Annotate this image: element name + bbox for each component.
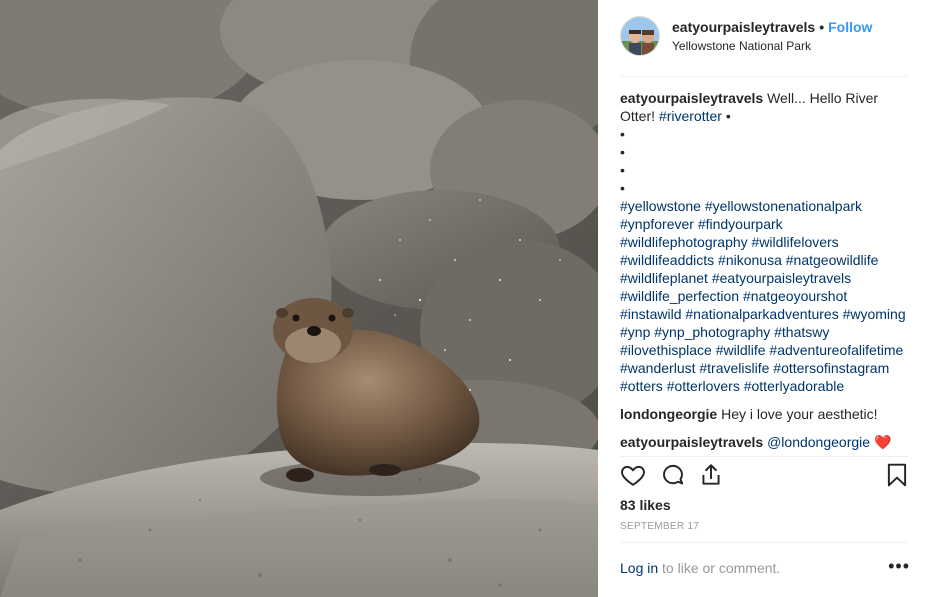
caption-text-end: • (721, 108, 731, 124)
post-header: eatyourpaisleytravels • Follow Yellowstone… (620, 16, 908, 58)
share-icon[interactable] (698, 462, 724, 488)
caption-inline-hashtag[interactable]: #riverotter (659, 108, 722, 124)
caption-bullet: • (620, 144, 625, 160)
heart-icon[interactable] (620, 462, 646, 488)
divider (620, 76, 908, 77)
more-options-icon[interactable]: ••• (888, 556, 910, 577)
post-details-panel: eatyourpaisleytravels • Follow Yellowstone… (598, 0, 931, 597)
follow-button[interactable]: Follow (828, 19, 872, 35)
bookmark-icon[interactable] (884, 462, 910, 488)
caption-hashtags[interactable]: #yellowstone #yellowstonenationalpark #y… (620, 197, 908, 395)
comment-username[interactable]: eatyourpaisleytravels (620, 434, 763, 450)
comment-text: @londongeorgie ❤️ (763, 434, 892, 450)
login-prompt: Log in to like or comment. ••• (620, 556, 909, 580)
post-photo[interactable] (0, 0, 598, 597)
like-count[interactable]: 83 likes (620, 497, 671, 513)
author-username[interactable]: eatyourpaisleytravels (672, 19, 815, 35)
comment-text: Hey i love your aesthetic! (717, 406, 878, 422)
comment: eatyourpaisleytravels @londongeorgie ❤️ (620, 433, 908, 451)
comment: londongeorgie Hey i love your aesthetic! (620, 405, 908, 423)
post-location[interactable]: Yellowstone National Park (672, 39, 811, 53)
comments-list[interactable]: eatyourpaisleytravels Well... Hello Rive… (620, 89, 908, 455)
post-date: SEPTEMBER 17 (620, 521, 700, 532)
avatar[interactable] (620, 16, 660, 56)
action-bar (620, 462, 912, 490)
post-author: eatyourpaisleytravels • Follow (672, 19, 872, 35)
caption-bullet: • (620, 180, 625, 196)
caption-bullet: • (620, 126, 625, 142)
avatar-image (621, 17, 659, 55)
caption: eatyourpaisleytravels Well... Hello Rive… (620, 89, 908, 395)
login-link[interactable]: Log in (620, 560, 658, 576)
divider (620, 542, 908, 543)
caption-bullet: • (620, 162, 625, 178)
comment-icon[interactable] (660, 462, 686, 488)
login-prompt-text: to like or comment. (658, 560, 781, 576)
divider (620, 456, 908, 457)
caption-username[interactable]: eatyourpaisleytravels (620, 90, 763, 106)
separator-dot: • (819, 19, 825, 35)
otter-photo (0, 0, 598, 597)
comment-username[interactable]: londongeorgie (620, 406, 717, 422)
